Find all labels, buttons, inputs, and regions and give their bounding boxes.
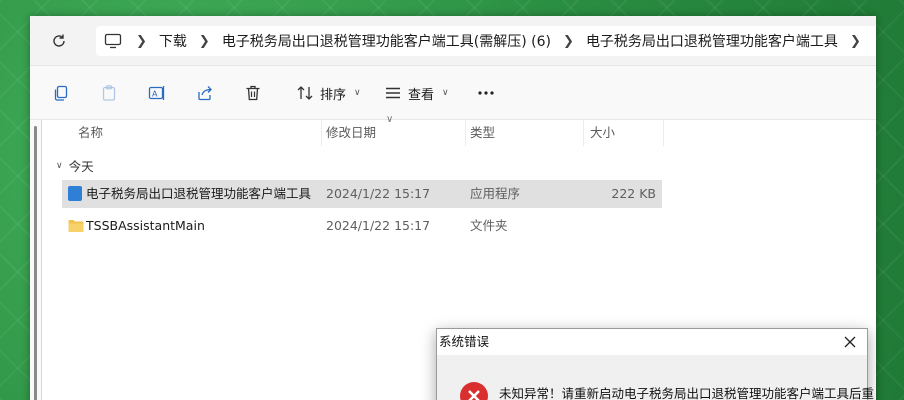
address-bar-row: ❯ 下载 ❯ 电子税务局出口退税管理功能客户端工具(需解压) (6) ❯ 电子税… — [30, 16, 876, 66]
file-size: 222 KB — [611, 186, 656, 201]
dialog-title: 系统错误 — [439, 334, 490, 349]
group-label: 今天 — [68, 159, 94, 174]
more-options-button[interactable] — [476, 82, 496, 104]
chevron-down-icon: ∨ — [442, 88, 449, 98]
breadcrumb-item-current-folder[interactable]: 电子税务局出口退税管理功能客户端工具 — [586, 31, 838, 51]
chevron-right-icon[interactable]: ❯ — [199, 34, 210, 49]
dialog-message: 未知异常！请重新启动电子税务局出口退税管理功能客户端工具后重 — [499, 386, 875, 400]
paste-icon — [102, 85, 116, 101]
computer-icon[interactable] — [104, 32, 124, 50]
chevron-down-icon: ∨ — [354, 88, 361, 98]
sort-button[interactable]: 排序 ∨ — [296, 82, 361, 104]
column-header-type[interactable]: 类型 — [464, 120, 584, 146]
column-header-name[interactable]: 名称 — [72, 120, 322, 146]
view-button[interactable]: 查看 ∨ — [384, 82, 449, 104]
file-modified: 2024/1/22 15:17 — [326, 218, 431, 233]
command-bar: A 排序 ∨ 查看 ∨ — [30, 66, 876, 120]
file-type: 应用程序 — [470, 186, 521, 201]
sort-descending-icon: ∨ — [386, 114, 394, 125]
share-button[interactable] — [196, 82, 214, 104]
breadcrumb-item-downloads[interactable]: 下载 — [159, 31, 187, 51]
group-header-today[interactable]: ∨ 今天 — [56, 156, 94, 175]
scrollbar[interactable] — [34, 126, 37, 400]
file-row[interactable]: TSSBAssistantMain 2024/1/22 15:17 文件夹 — [62, 212, 662, 240]
share-icon — [198, 86, 212, 101]
file-name: 电子税务局出口退税管理功能客户端工具 — [86, 186, 312, 201]
breadcrumb-item-archive-folder[interactable]: 电子税务局出口退税管理功能客户端工具(需解压) (6) — [222, 31, 551, 51]
column-header-size[interactable]: 大小 — [584, 120, 664, 146]
file-name: TSSBAssistantMain — [86, 218, 205, 233]
chevron-right-icon[interactable]: ❯ — [850, 34, 861, 49]
refresh-button[interactable] — [48, 30, 70, 52]
rename-icon: A — [148, 86, 165, 100]
view-label: 查看 — [408, 87, 435, 103]
breadcrumb[interactable]: ❯ 下载 ❯ 电子税务局出口退税管理功能客户端工具(需解压) (6) ❯ 电子税… — [96, 26, 876, 56]
sort-icon — [297, 86, 313, 100]
svg-text:A: A — [152, 90, 158, 99]
close-icon — [844, 336, 856, 348]
chevron-right-icon[interactable]: ❯ — [136, 34, 147, 49]
more-icon — [478, 91, 494, 95]
application-icon — [68, 186, 82, 201]
file-type: 文件夹 — [470, 218, 508, 233]
paste-button[interactable] — [100, 82, 118, 104]
view-icon — [386, 87, 400, 99]
sort-label: 排序 — [320, 87, 347, 103]
refresh-icon — [53, 34, 65, 47]
chevron-down-icon: ∨ — [56, 160, 63, 171]
delete-button[interactable] — [244, 82, 262, 104]
error-icon — [460, 382, 488, 400]
copy-icon — [54, 85, 68, 101]
copy-button[interactable] — [52, 82, 70, 104]
file-modified: 2024/1/22 15:17 — [326, 186, 431, 201]
delete-icon — [246, 85, 260, 101]
chevron-right-icon[interactable]: ❯ — [563, 34, 574, 49]
folder-icon — [68, 220, 84, 232]
file-row[interactable]: 电子税务局出口退税管理功能客户端工具 2024/1/22 15:17 应用程序 … — [62, 180, 662, 208]
dialog-close-button[interactable] — [841, 333, 859, 351]
error-dialog: 系统错误 未知异常！请重新启动电子税务局出口退税管理功能客户端工具后重 — [436, 328, 874, 400]
navigation-pane-edge — [30, 120, 42, 400]
dialog-body: 未知异常！请重新启动电子税务局出口退税管理功能客户端工具后重 — [437, 355, 874, 400]
rename-button[interactable]: A — [148, 82, 166, 104]
